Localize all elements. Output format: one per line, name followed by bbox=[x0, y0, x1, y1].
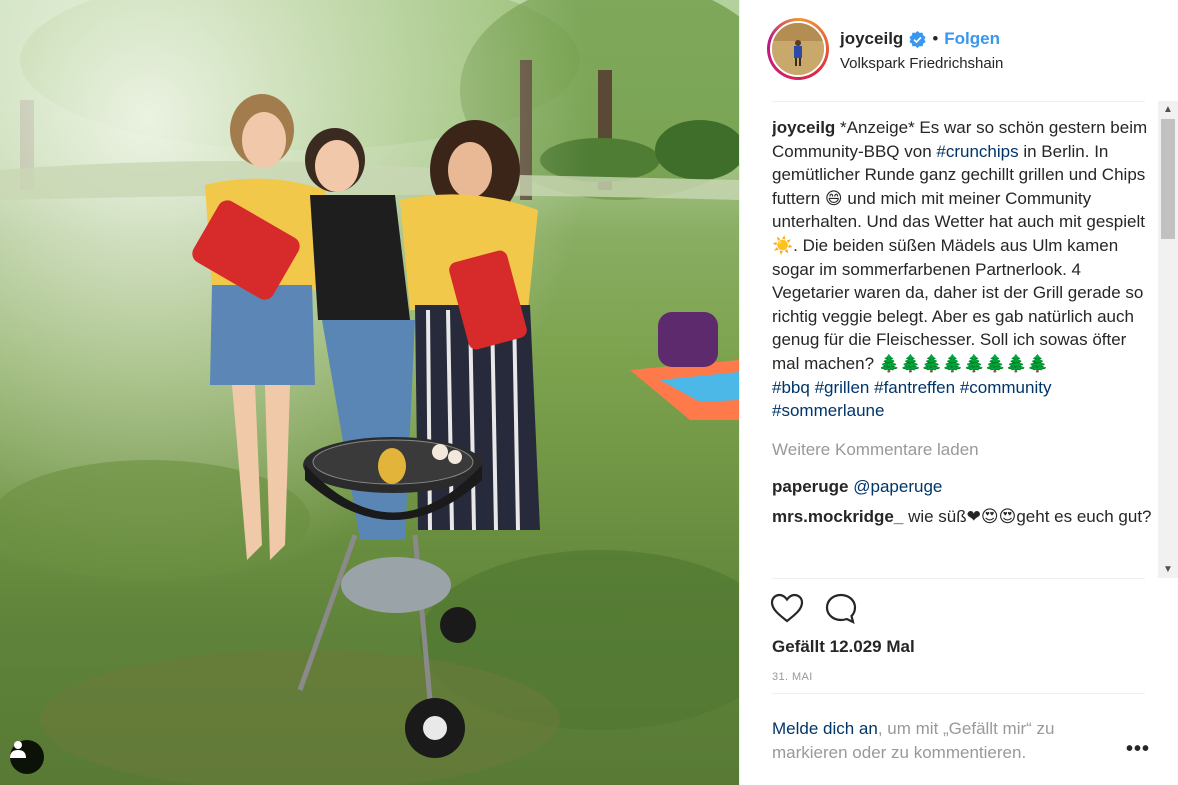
comment-button[interactable] bbox=[824, 592, 858, 626]
hashtag-link[interactable]: #fantreffen bbox=[874, 378, 955, 397]
photo-illustration bbox=[0, 0, 739, 785]
tree-emojis: 🌲🌲🌲🌲🌲🌲🌲🌲 bbox=[878, 353, 1049, 373]
follow-button[interactable]: Folgen bbox=[944, 29, 1000, 49]
like-button[interactable] bbox=[770, 592, 804, 626]
divider bbox=[772, 578, 1145, 579]
avatar[interactable] bbox=[770, 21, 826, 77]
hashtag-link[interactable]: #crunchips bbox=[936, 142, 1018, 161]
comment-text: wie süß❤😍😍geht es euch gut? bbox=[908, 506, 1152, 526]
comment-bubble-icon bbox=[825, 593, 857, 625]
caption: joyceilg *Anzeige* Es war so schön geste… bbox=[772, 116, 1152, 423]
hashtag-link[interactable]: #bbq bbox=[772, 378, 810, 397]
caption-text-2: in Berlin. In gemütlicher Runde ganz gec… bbox=[772, 141, 1146, 373]
user-tag-icon bbox=[10, 741, 26, 758]
post-header: joyceilg • Folgen Volkspark Friedrichsha… bbox=[740, 0, 1178, 101]
post-location[interactable]: Volkspark Friedrichshain bbox=[840, 55, 1003, 72]
login-link[interactable]: Melde dich an bbox=[772, 719, 878, 738]
heart-icon bbox=[770, 593, 804, 623]
comment-item: mrs.mockridge_ wie süß❤😍😍geht es euch gu… bbox=[772, 505, 1152, 529]
hashtag-link[interactable]: #sommerlaune bbox=[772, 401, 884, 420]
divider bbox=[772, 693, 1145, 694]
user-tag-button[interactable] bbox=[10, 740, 44, 774]
avatar-image bbox=[772, 23, 824, 75]
scroll-thumb[interactable] bbox=[1161, 119, 1175, 239]
hashtag-link[interactable]: #grillen bbox=[815, 378, 870, 397]
likes-count[interactable]: Gefällt 12.029 Mal bbox=[772, 637, 915, 657]
login-prompt: Melde dich an, um mit „Gefällt mir“ zu m… bbox=[772, 717, 1112, 764]
post-actions bbox=[770, 592, 858, 626]
comments-scrollbar[interactable]: ▲ ▼ bbox=[1158, 101, 1178, 578]
comment-mention[interactable]: @paperuge bbox=[853, 477, 942, 496]
divider bbox=[772, 101, 1145, 102]
hashtag-link[interactable]: #community bbox=[960, 378, 1052, 397]
load-more-comments[interactable]: Weitere Kommentare laden bbox=[772, 438, 1152, 462]
post-username[interactable]: joyceilg bbox=[840, 29, 903, 49]
comments-list: joyceilg *Anzeige* Es war so schön geste… bbox=[772, 116, 1152, 578]
verified-badge-icon bbox=[909, 30, 926, 48]
comment-username[interactable]: paperuge bbox=[772, 477, 849, 496]
comment-item: paperuge @paperuge bbox=[772, 475, 1152, 499]
post-photo[interactable] bbox=[0, 0, 739, 785]
more-options-button[interactable]: ••• bbox=[1126, 738, 1150, 761]
caption-username[interactable]: joyceilg bbox=[772, 118, 835, 137]
separator-dot: • bbox=[932, 29, 939, 48]
scroll-down-arrow[interactable]: ▼ bbox=[1158, 561, 1178, 578]
post-sidebar: joyceilg • Folgen Volkspark Friedrichsha… bbox=[739, 0, 1178, 785]
post-date[interactable]: 31. MAI bbox=[772, 671, 813, 683]
comment-username[interactable]: mrs.mockridge_ bbox=[772, 507, 903, 526]
story-ring[interactable] bbox=[767, 18, 829, 80]
scroll-up-arrow[interactable]: ▲ bbox=[1158, 101, 1178, 118]
